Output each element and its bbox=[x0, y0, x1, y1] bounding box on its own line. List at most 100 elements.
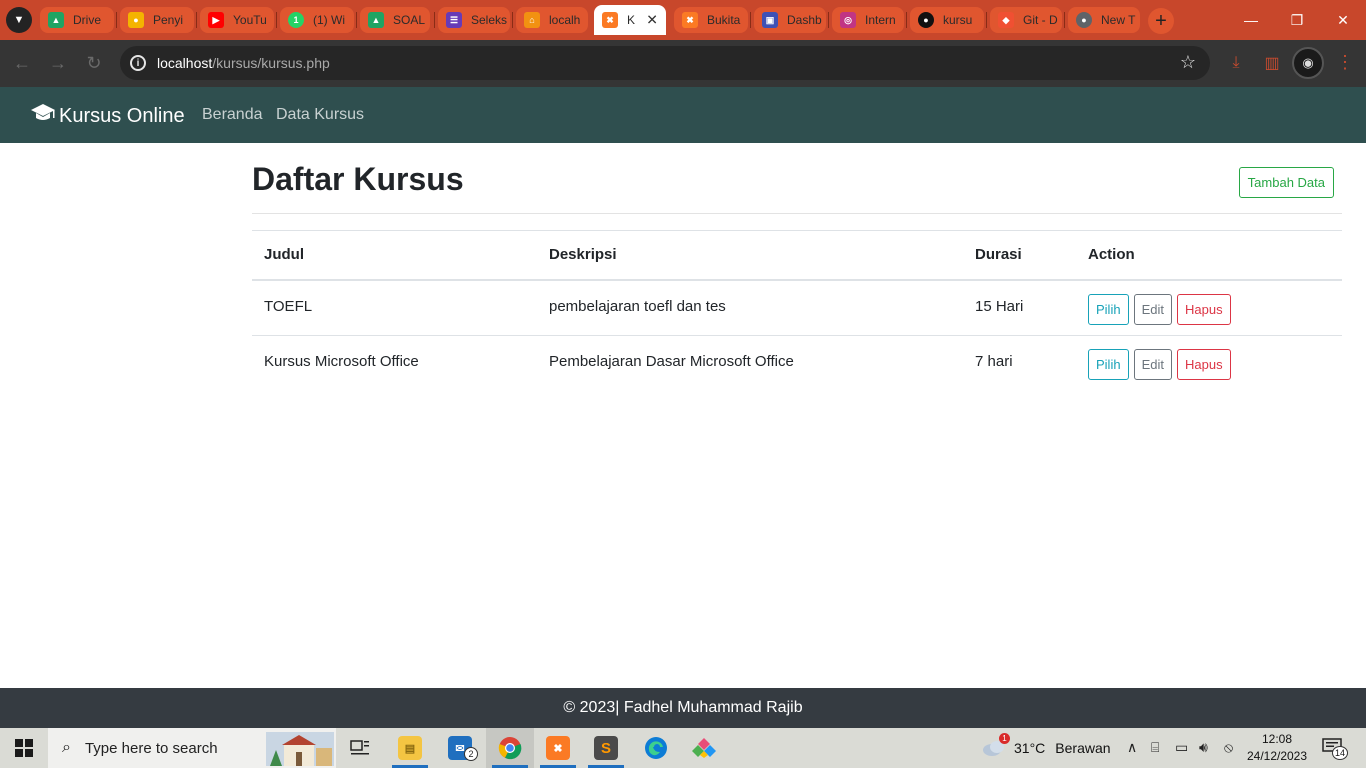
pilih-button[interactable]: Pilih bbox=[1088, 293, 1129, 325]
taskbar-chrome[interactable] bbox=[486, 728, 534, 768]
tab-soal[interactable]: ▲ SOAL bbox=[360, 7, 430, 33]
tab-git[interactable]: ◆ Git - D bbox=[990, 7, 1062, 33]
dashboard-icon: ▣ bbox=[762, 12, 778, 28]
nav-link-beranda[interactable]: Beranda bbox=[202, 106, 263, 124]
xampp-icon: ✖ bbox=[602, 12, 618, 28]
mail-unread-badge: 2 bbox=[464, 747, 478, 761]
footer-text: © 2023| Fadhel Muhammad Rajib bbox=[563, 699, 803, 716]
taskbar-edge[interactable] bbox=[632, 728, 680, 768]
browser-menu-icon[interactable]: ⋮ bbox=[1336, 52, 1354, 73]
google-apps-icon: ● bbox=[128, 12, 144, 28]
table-row: Kursus Microsoft Office Pembelajaran Das… bbox=[252, 336, 1342, 392]
column-header-durasi: Durasi bbox=[963, 230, 1076, 281]
browser-tab-strip: ▼ ▲ Drive ● Penyi ▶ YouTu 1 (1) Wi ▲ SOA… bbox=[0, 0, 1366, 40]
bookmark-star-icon[interactable]: ☆ bbox=[1180, 52, 1196, 73]
address-bar[interactable]: i localhost/kursus/kursus.php ☆ bbox=[120, 46, 1210, 80]
taskbar-gitkraken[interactable] bbox=[680, 728, 728, 768]
reload-icon[interactable]: ↻ bbox=[83, 52, 105, 74]
brand-label: Kursus Online bbox=[59, 104, 185, 127]
nav-link-data-kursus[interactable]: Data Kursus bbox=[276, 106, 364, 124]
tab-new-tab[interactable]: ● New T bbox=[1068, 7, 1140, 33]
column-header-judul: Judul bbox=[252, 230, 537, 281]
tab-label: localh bbox=[549, 13, 581, 27]
tab-label: Drive bbox=[73, 13, 102, 27]
github-icon: ● bbox=[918, 12, 934, 28]
show-hidden-icons-chevron-icon[interactable]: ∧ bbox=[1127, 739, 1137, 756]
tab-instagram[interactable]: ◎ Intern bbox=[832, 7, 904, 33]
cell-action: Pilih Edit Hapus bbox=[1076, 279, 1342, 336]
git-app-icon bbox=[692, 738, 716, 758]
column-header-action: Action bbox=[1076, 230, 1342, 281]
hapus-button[interactable]: Hapus bbox=[1176, 293, 1231, 325]
windows-start-icon[interactable] bbox=[0, 728, 48, 768]
taskbar-weather[interactable]: 1 31°C Berawan bbox=[982, 728, 1111, 768]
tab-bukita[interactable]: ✖ Bukita bbox=[674, 7, 748, 33]
download-icon[interactable]: ⤓ bbox=[1226, 53, 1246, 73]
url-text[interactable]: localhost/kursus/kursus.php bbox=[157, 55, 330, 71]
whatsapp-icon: 1 bbox=[288, 12, 304, 28]
search-placeholder: Type here to search bbox=[84, 739, 218, 757]
taskbar-file-explorer[interactable]: ▤ bbox=[386, 728, 434, 768]
add-data-button[interactable]: Tambah Data bbox=[1238, 167, 1334, 198]
tab-seleks[interactable]: ☰ Seleks bbox=[438, 7, 510, 33]
tab-penyi[interactable]: ● Penyi bbox=[120, 7, 194, 33]
tab-divider bbox=[750, 12, 751, 28]
tab-active-kursus[interactable]: ✖ K ✕ bbox=[594, 5, 666, 35]
edit-button[interactable]: Edit bbox=[1133, 293, 1172, 325]
side-panel-icon[interactable]: ▥ bbox=[1262, 53, 1282, 73]
restore-window-icon[interactable]: ❐ bbox=[1274, 0, 1320, 40]
notification-center-icon[interactable]: 14 bbox=[1322, 738, 1348, 760]
tab-label: New T bbox=[1101, 13, 1136, 27]
back-arrow-icon[interactable]: ← bbox=[11, 52, 33, 74]
task-view-icon[interactable] bbox=[336, 728, 384, 768]
wifi-icon[interactable]: ⦸ bbox=[1224, 739, 1233, 756]
url-path: /kursus/kursus.php bbox=[212, 55, 330, 71]
graduation-cap-icon bbox=[30, 103, 56, 129]
cell-judul: Kursus Microsoft Office bbox=[264, 353, 419, 370]
tab-github[interactable]: ● kursu bbox=[910, 7, 984, 33]
cell-durasi: 15 Hari bbox=[963, 279, 1076, 336]
tab-drive[interactable]: ▲ Drive bbox=[40, 7, 114, 33]
profile-avatar[interactable]: ◉ bbox=[1292, 47, 1324, 79]
volume-icon[interactable]: 🔊︎ bbox=[1199, 739, 1208, 756]
close-tab-icon[interactable]: ✕ bbox=[646, 12, 658, 29]
tab-dashboard[interactable]: ▣ Dashb bbox=[754, 7, 826, 33]
tab-localhost[interactable]: ⌂ localh bbox=[516, 7, 588, 33]
weather-condition: Berawan bbox=[1055, 740, 1111, 756]
edit-button[interactable]: Edit bbox=[1133, 349, 1172, 380]
close-window-icon[interactable]: ✕ bbox=[1320, 0, 1366, 40]
meet-now-icon[interactable]: ⌸ bbox=[1151, 739, 1159, 756]
taskbar-search-box[interactable]: ⌕ Type here to search bbox=[48, 728, 336, 768]
tab-label: SOAL bbox=[393, 13, 426, 27]
tab-label: K bbox=[627, 13, 636, 27]
search-highlight-illustration-icon bbox=[266, 732, 334, 766]
chrome-icon: ● bbox=[1076, 12, 1092, 28]
notification-count-badge: 14 bbox=[1332, 746, 1348, 760]
taskbar-mail[interactable]: ✉ 2 bbox=[436, 728, 484, 768]
taskbar-sublime-text[interactable]: S bbox=[582, 728, 630, 768]
cell-deskripsi: pembelajaran toefl dan tes bbox=[537, 279, 963, 336]
tab-search-chevron-icon[interactable]: ▼ bbox=[6, 7, 32, 33]
tab-label: Dashb bbox=[787, 13, 822, 27]
xampp-icon: ✖ bbox=[682, 12, 698, 28]
clock-time: 12:08 bbox=[1261, 732, 1293, 746]
tab-divider bbox=[986, 12, 987, 28]
tab-whatsapp[interactable]: 1 (1) Wi bbox=[280, 7, 354, 33]
site-info-icon[interactable]: i bbox=[130, 55, 146, 71]
tab-label: Git - D bbox=[1023, 13, 1058, 27]
cell-deskripsi: Pembelajaran Dasar Microsoft Office bbox=[549, 353, 794, 370]
navbar-brand[interactable]: Kursus Online bbox=[30, 103, 185, 129]
cloud-weather-icon: 1 bbox=[982, 733, 1010, 757]
pilih-button[interactable]: Pilih bbox=[1088, 349, 1129, 380]
taskbar-xampp[interactable]: ✖ bbox=[534, 728, 582, 768]
hapus-button[interactable]: Hapus bbox=[1176, 349, 1231, 380]
forward-arrow-icon[interactable]: → bbox=[47, 52, 69, 74]
tab-divider bbox=[828, 12, 829, 28]
tab-youtube[interactable]: ▶ YouTu bbox=[200, 7, 274, 33]
chrome-icon bbox=[498, 737, 522, 760]
battery-icon[interactable]: ▭ bbox=[1175, 739, 1188, 756]
new-tab-plus-icon[interactable]: + bbox=[1148, 8, 1174, 34]
taskbar-clock[interactable]: 12:08 24/12/2023 bbox=[1244, 731, 1310, 765]
minimize-window-icon[interactable]: — bbox=[1228, 0, 1274, 40]
tab-label: Intern bbox=[865, 13, 896, 27]
